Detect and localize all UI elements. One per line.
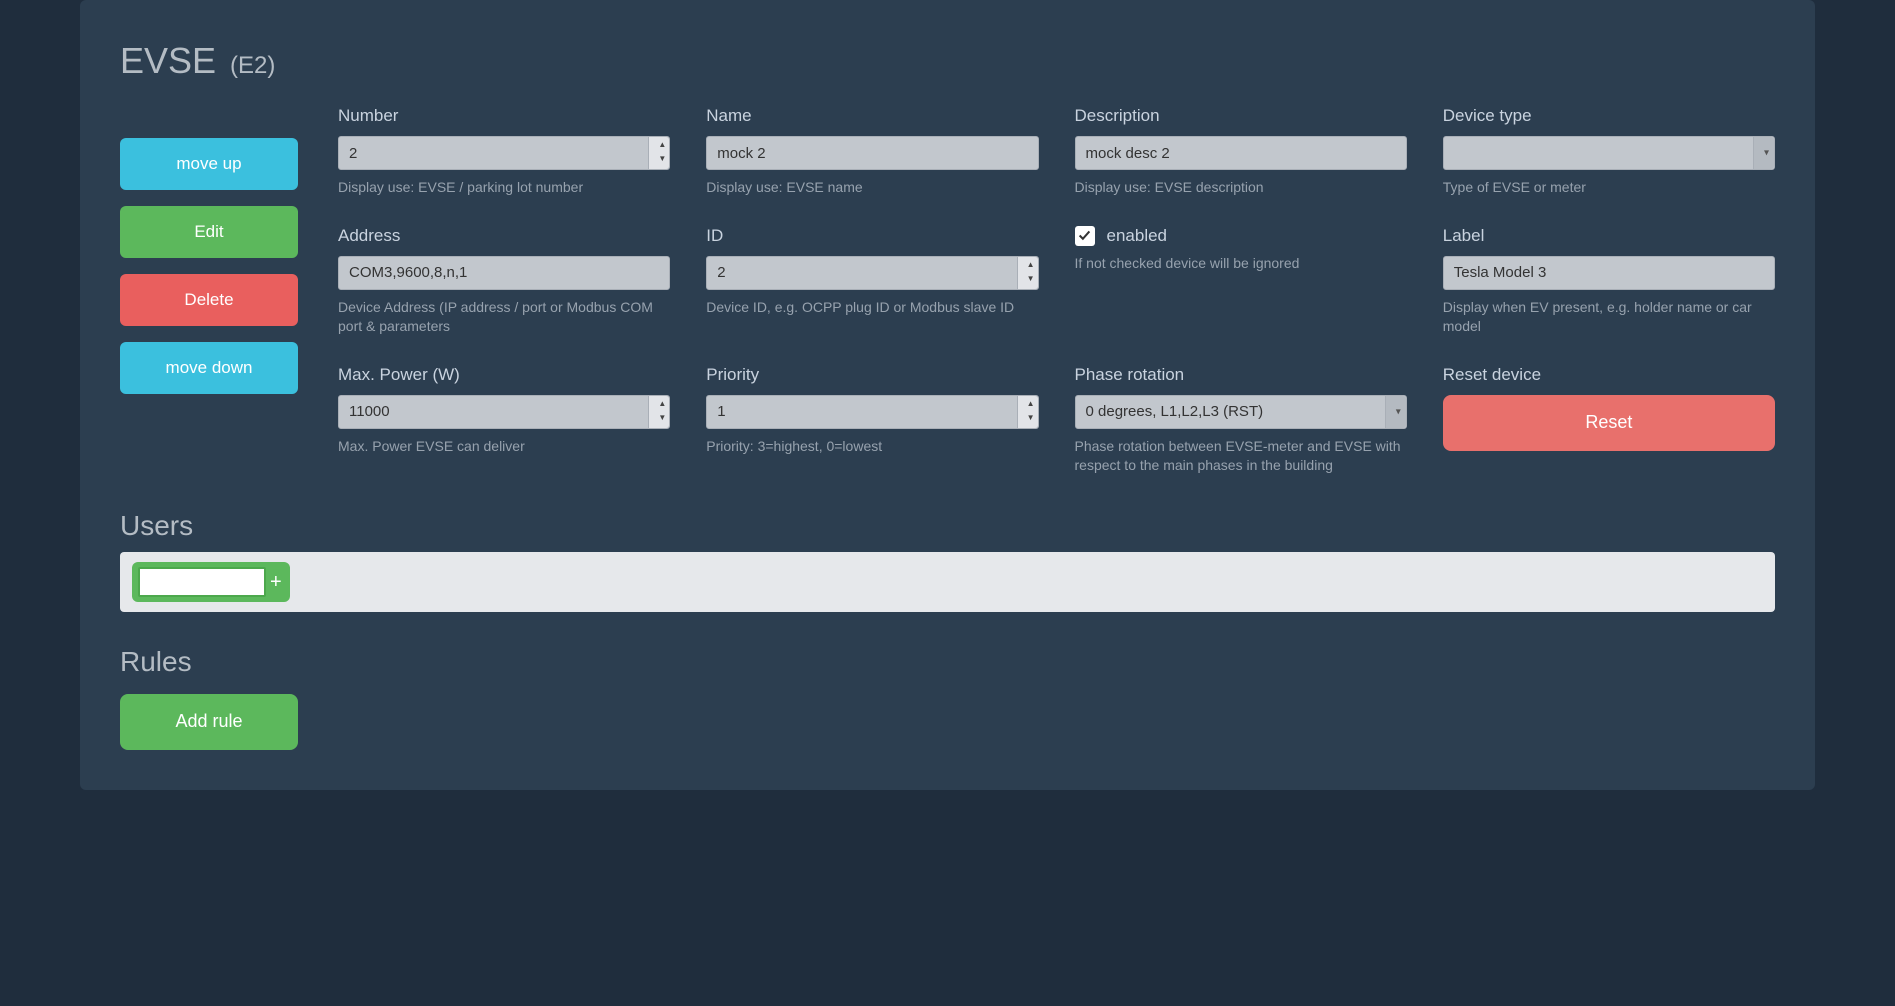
enabled-checkbox[interactable] [1075, 226, 1095, 246]
field-label: Phase rotation [1075, 365, 1407, 385]
device-type-select[interactable] [1443, 136, 1775, 170]
field-label: ID [706, 226, 1038, 246]
evse-card: EVSE (E2) move up Edit Delete move down … [80, 0, 1815, 790]
id-input[interactable] [706, 256, 1038, 290]
field-label: Max. Power (W) [338, 365, 670, 385]
add-rule-button[interactable]: Add rule [120, 694, 298, 750]
priority-input[interactable] [706, 395, 1038, 429]
field-hint: Display use: EVSE description [1075, 178, 1407, 198]
name-input[interactable] [706, 136, 1038, 170]
field-hint: Phase rotation between EVSE-meter and EV… [1075, 437, 1407, 476]
field-hint: Display use: EVSE / parking lot number [338, 178, 670, 198]
field-hint: Device ID, e.g. OCPP plug ID or Modbus s… [706, 298, 1038, 318]
field-label: Device type [1443, 106, 1775, 126]
field-label: Label [1443, 226, 1775, 246]
card-title: EVSE (E2) [120, 40, 1775, 82]
title-main: EVSE [120, 40, 216, 82]
fields-grid: Number ▲▼ Display use: EVSE / parking lo… [338, 106, 1775, 476]
move-down-button[interactable]: move down [120, 342, 298, 394]
add-user-button[interactable]: + [268, 572, 284, 592]
max-power-input[interactable] [338, 395, 670, 429]
check-icon [1078, 229, 1091, 242]
field-max-power: Max. Power (W) ▲▼ Max. Power EVSE can de… [338, 365, 670, 476]
field-label: Reset device [1443, 365, 1775, 385]
edit-button[interactable]: Edit [120, 206, 298, 258]
field-name: Name Display use: EVSE name [706, 106, 1038, 198]
reset-button[interactable]: Reset [1443, 395, 1775, 451]
phase-rotation-select[interactable] [1075, 395, 1407, 429]
actions-column: move up Edit Delete move down [120, 106, 298, 476]
field-phase-rotation: Phase rotation ▾ Phase rotation between … [1075, 365, 1407, 476]
field-number: Number ▲▼ Display use: EVSE / parking lo… [338, 106, 670, 198]
field-label: Number [338, 106, 670, 126]
field-hint: Display when EV present, e.g. holder nam… [1443, 298, 1775, 337]
user-add-input[interactable] [138, 567, 266, 597]
field-label: Address [338, 226, 670, 246]
description-input[interactable] [1075, 136, 1407, 170]
move-up-button[interactable]: move up [120, 138, 298, 190]
enabled-label: enabled [1107, 226, 1168, 246]
label-input[interactable] [1443, 256, 1775, 290]
field-hint: If not checked device will be ignored [1075, 254, 1407, 274]
user-add-widget: + [132, 562, 290, 602]
field-hint: Display use: EVSE name [706, 178, 1038, 198]
field-description: Description Display use: EVSE descriptio… [1075, 106, 1407, 198]
delete-button[interactable]: Delete [120, 274, 298, 326]
field-reset-device: Reset device Reset [1443, 365, 1775, 476]
field-hint: Max. Power EVSE can deliver [338, 437, 670, 457]
address-input[interactable] [338, 256, 670, 290]
field-label: Priority [706, 365, 1038, 385]
field-label: Name [706, 106, 1038, 126]
field-label: Description [1075, 106, 1407, 126]
field-device-type: Device type ▾ Type of EVSE or meter [1443, 106, 1775, 198]
users-title: Users [120, 510, 1775, 542]
field-priority: Priority ▲▼ Priority: 3=highest, 0=lowes… [706, 365, 1038, 476]
field-label-f: Label Display when EV present, e.g. hold… [1443, 226, 1775, 337]
field-enabled: enabled If not checked device will be ig… [1075, 226, 1407, 337]
users-bar: + [120, 552, 1775, 612]
title-sub: (E2) [230, 52, 275, 80]
rules-title: Rules [120, 646, 1775, 678]
field-hint: Priority: 3=highest, 0=lowest [706, 437, 1038, 457]
field-hint: Type of EVSE or meter [1443, 178, 1775, 198]
number-input[interactable] [338, 136, 670, 170]
field-id: ID ▲▼ Device ID, e.g. OCPP plug ID or Mo… [706, 226, 1038, 337]
field-hint: Device Address (IP address / port or Mod… [338, 298, 670, 337]
field-address: Address Device Address (IP address / por… [338, 226, 670, 337]
